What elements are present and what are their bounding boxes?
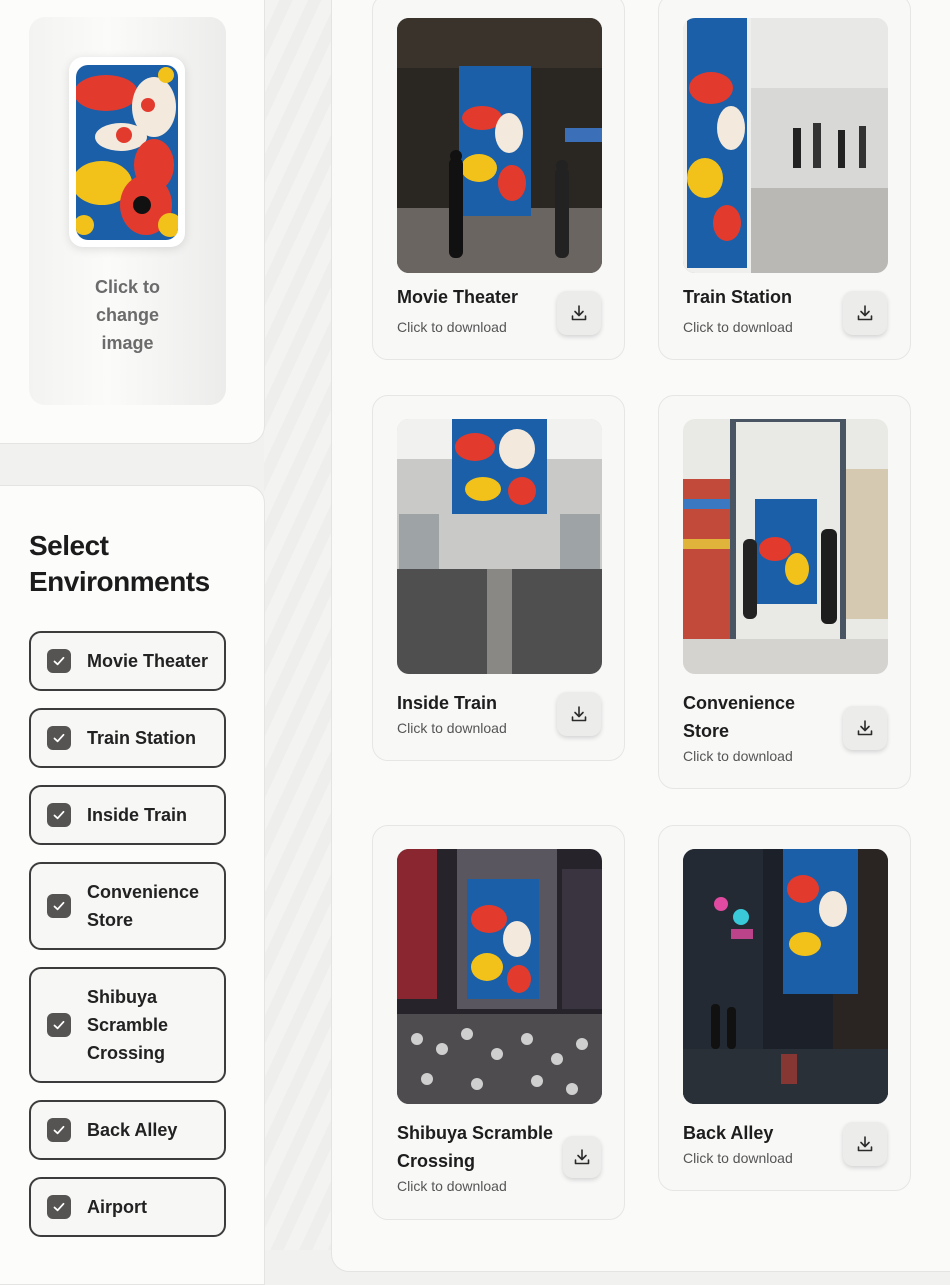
download-icon bbox=[569, 704, 589, 724]
uploaded-image-preview[interactable] bbox=[69, 57, 185, 247]
checkbox-checked-icon[interactable] bbox=[47, 803, 71, 827]
environments-title: Select Environments bbox=[29, 530, 210, 597]
checkbox-checked-icon[interactable] bbox=[47, 1013, 71, 1037]
download-button[interactable] bbox=[557, 291, 601, 335]
env-option-airport[interactable]: Airport bbox=[29, 1177, 226, 1237]
result-subtitle: Click to download bbox=[683, 1150, 793, 1166]
download-button[interactable] bbox=[557, 692, 601, 736]
train-station-mockup-image[interactable] bbox=[683, 18, 888, 273]
result-subtitle: Click to download bbox=[683, 748, 793, 764]
result-subtitle: Click to download bbox=[397, 720, 507, 736]
back-alley-mockup-image[interactable] bbox=[683, 849, 888, 1104]
download-icon bbox=[572, 1147, 592, 1167]
env-option-label: Movie Theater bbox=[87, 651, 209, 671]
environments-panel: Select Environments Movie Theater Train … bbox=[0, 485, 265, 1285]
result-card-movie-theater: Movie Theater Click to download bbox=[372, 0, 625, 360]
result-title: Train Station bbox=[683, 287, 793, 307]
env-option-train-station[interactable]: Train Station bbox=[29, 708, 226, 768]
result-title: Convenience Store bbox=[683, 693, 796, 741]
env-option-back-alley[interactable]: Back Alley bbox=[29, 1100, 226, 1160]
result-card-train-station: Train Station Click to download bbox=[658, 0, 911, 360]
env-option-shibuya-scramble-crossing[interactable]: Shibuya Scramble Crossing bbox=[29, 967, 226, 1083]
download-button[interactable] bbox=[563, 1136, 601, 1178]
upload-panel: Click to change image bbox=[0, 0, 265, 444]
download-icon bbox=[855, 303, 875, 323]
checkbox-checked-icon[interactable] bbox=[47, 649, 71, 673]
env-option-label: Airport bbox=[87, 1197, 147, 1217]
download-icon bbox=[855, 718, 875, 738]
inside-train-mockup-image[interactable] bbox=[397, 419, 602, 674]
result-title: Back Alley bbox=[683, 1123, 774, 1143]
env-option-label: Back Alley bbox=[87, 1120, 178, 1140]
env-option-label: Convenience Store bbox=[87, 882, 200, 930]
result-card-back-alley: Back Alley Click to download bbox=[658, 825, 911, 1191]
koi-artwork-image bbox=[76, 65, 178, 240]
result-subtitle: Click to download bbox=[683, 319, 793, 335]
download-icon bbox=[855, 1134, 875, 1154]
change-image-label[interactable]: Click to change image bbox=[29, 273, 226, 357]
download-icon bbox=[569, 303, 589, 323]
change-image-dropzone[interactable]: Click to change image bbox=[29, 17, 226, 405]
checkbox-checked-icon[interactable] bbox=[47, 726, 71, 750]
background-texture bbox=[264, 0, 334, 1250]
convenience-store-mockup-image[interactable] bbox=[683, 419, 888, 674]
env-option-inside-train[interactable]: Inside Train bbox=[29, 785, 226, 845]
environment-list: Movie Theater Train Station Inside Train… bbox=[29, 631, 226, 1254]
result-title: Shibuya Scramble Crossing bbox=[397, 1123, 554, 1171]
result-card-convenience-store: Convenience Store Click to download bbox=[658, 395, 911, 789]
download-button[interactable] bbox=[843, 1122, 887, 1166]
movie-theater-mockup-image[interactable] bbox=[397, 18, 602, 273]
result-subtitle: Click to download bbox=[397, 319, 507, 335]
checkbox-checked-icon[interactable] bbox=[47, 1195, 71, 1219]
shibuya-crossing-mockup-image[interactable] bbox=[397, 849, 602, 1104]
env-option-convenience-store[interactable]: Convenience Store bbox=[29, 862, 226, 950]
download-button[interactable] bbox=[843, 706, 887, 750]
env-option-movie-theater[interactable]: Movie Theater bbox=[29, 631, 226, 691]
result-card-shibuya-scramble-crossing: Shibuya Scramble Crossing Click to downl… bbox=[372, 825, 625, 1220]
checkbox-checked-icon[interactable] bbox=[47, 1118, 71, 1142]
result-title: Inside Train bbox=[397, 693, 498, 713]
result-card-inside-train: Inside Train Click to download bbox=[372, 395, 625, 761]
env-option-label: Train Station bbox=[87, 728, 197, 748]
env-option-label: Inside Train bbox=[87, 805, 188, 825]
download-button[interactable] bbox=[843, 291, 887, 335]
env-option-label: Shibuya Scramble Crossing bbox=[87, 987, 169, 1063]
result-subtitle: Click to download bbox=[397, 1178, 507, 1194]
result-title: Movie Theater bbox=[397, 287, 519, 307]
checkbox-checked-icon[interactable] bbox=[47, 894, 71, 918]
